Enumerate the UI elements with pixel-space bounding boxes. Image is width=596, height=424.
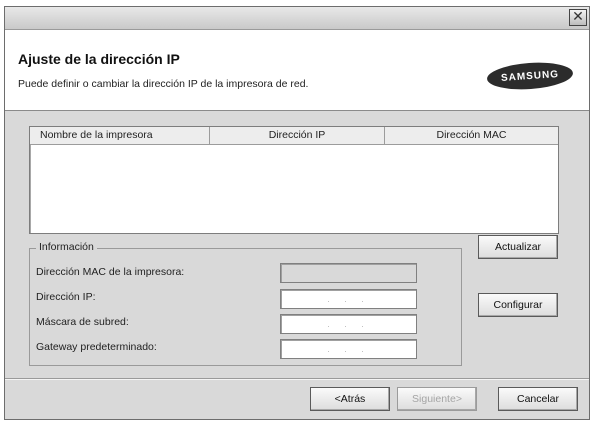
mac-address-label: Dirección MAC de la impresora: <box>36 266 185 278</box>
page-subtitle: Puede definir o cambiar la dirección IP … <box>18 78 309 90</box>
next-button: Siguiente> <box>397 387 477 411</box>
back-button[interactable]: <Atrás <box>310 387 390 411</box>
default-gateway-field[interactable]: . . . <box>280 339 417 359</box>
ip-setup-dialog: ✕ Ajuste de la dirección IP Puede defini… <box>4 6 590 420</box>
footer-separator <box>5 378 589 380</box>
samsung-logo: SAMSUNG <box>486 60 574 92</box>
default-gateway-label: Gateway predeterminado: <box>36 341 157 353</box>
information-group: Información Dirección MAC de la impresor… <box>29 241 462 366</box>
column-printer-name[interactable]: Nombre de la impresora <box>30 127 210 144</box>
cancel-button[interactable]: Cancelar <box>498 387 578 411</box>
column-mac-address[interactable]: Dirección MAC <box>385 127 558 144</box>
printer-list[interactable]: Nombre de la impresora Dirección IP Dire… <box>29 126 559 234</box>
ip-address-field[interactable]: . . . <box>280 289 417 309</box>
mac-address-field <box>280 263 417 283</box>
title-bar: ✕ <box>5 7 589 30</box>
information-group-label: Información <box>36 241 97 253</box>
page-title: Ajuste de la dirección IP <box>18 51 180 67</box>
update-button[interactable]: Actualizar <box>478 235 558 259</box>
ip-address-label: Dirección IP: <box>36 291 96 303</box>
subnet-mask-field[interactable]: . . . <box>280 314 417 334</box>
printer-list-header: Nombre de la impresora Dirección IP Dire… <box>30 127 558 145</box>
configure-button[interactable]: Configurar <box>478 293 558 317</box>
subnet-mask-label: Máscara de subred: <box>36 316 129 328</box>
close-icon[interactable]: ✕ <box>569 9 587 26</box>
column-ip-address[interactable]: Dirección IP <box>210 127 385 144</box>
dialog-header: Ajuste de la dirección IP Puede definir … <box>5 30 589 111</box>
